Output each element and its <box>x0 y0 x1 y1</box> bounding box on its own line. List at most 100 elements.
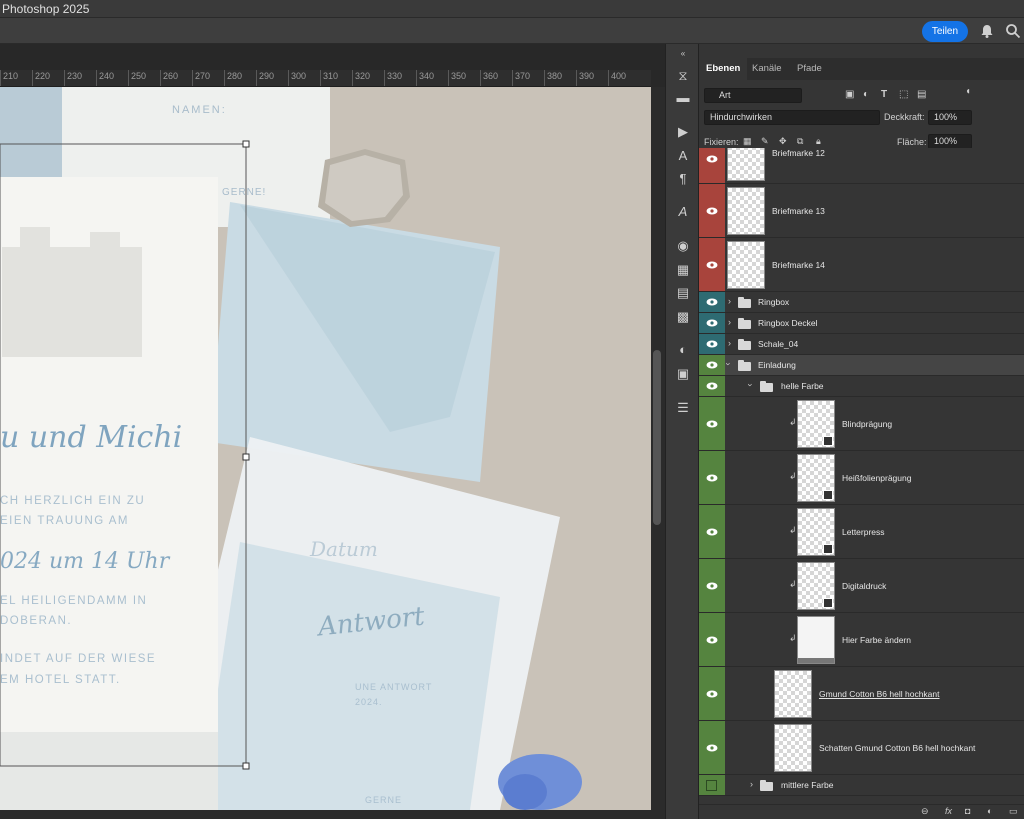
collapse-icon[interactable]: « <box>675 46 691 62</box>
visibility-cell[interactable] <box>699 334 725 354</box>
tab-paths[interactable]: Pfade <box>790 58 829 80</box>
glyphs-icon[interactable]: A <box>675 204 691 220</box>
visibility-cell[interactable] <box>699 613 725 666</box>
character-icon[interactable]: A <box>675 148 691 164</box>
visibility-cell[interactable] <box>699 148 725 183</box>
chevron-right-icon[interactable]: › <box>728 317 731 327</box>
layer-name[interactable]: Letterpress <box>842 527 885 537</box>
eye-icon[interactable] <box>706 261 718 269</box>
new-group-icon[interactable]: ▭ <box>1009 806 1018 817</box>
visibility-cell[interactable] <box>699 355 725 375</box>
adjustments-icon[interactable]: ◐ <box>675 342 691 358</box>
color-icon[interactable]: ◉ <box>675 238 691 254</box>
visibility-cell[interactable] <box>699 313 725 333</box>
layer-name[interactable]: Briefmarke 13 <box>772 206 825 216</box>
lock-brush-icon[interactable]: ✎ <box>761 136 769 147</box>
layer-group-row[interactable]: › helle Farbe <box>699 376 1024 397</box>
layer-name[interactable]: Briefmarke 12 <box>772 148 825 158</box>
layer-row[interactable]: ↲ Blindprägung <box>699 397 1024 451</box>
gradient-icon[interactable]: ▤ <box>675 285 691 301</box>
eye-icon[interactable] <box>706 382 718 390</box>
filter-kind-select[interactable]: Art <box>704 88 802 103</box>
visibility-cell[interactable] <box>699 238 725 291</box>
layer-row[interactable]: Schatten Gmund Cotton B6 hell hochkant <box>699 721 1024 775</box>
visibility-cell[interactable] <box>699 184 725 237</box>
layer-name[interactable]: Schatten Gmund Cotton B6 hell hochkant <box>819 743 975 753</box>
layer-row[interactable]: Briefmarke 12 <box>699 148 1024 184</box>
eye-icon[interactable] <box>706 528 718 536</box>
layer-name[interactable]: Ringbox Deckel <box>758 318 818 328</box>
adjustment-layer-icon[interactable]: ◐ <box>987 806 992 816</box>
layer-row[interactable]: ↲ Digitaldruck <box>699 559 1024 613</box>
blend-mode-select[interactable]: Hindurchwirken <box>704 110 880 125</box>
comment-icon[interactable]: ▬ <box>675 90 691 106</box>
lock-transparency-icon[interactable]: ▦ <box>743 136 752 147</box>
filter-type-icon[interactable]: T <box>881 89 887 100</box>
eye-icon[interactable] <box>706 690 718 698</box>
chevron-right-icon[interactable]: › <box>728 338 731 348</box>
patterns-icon[interactable]: ▩ <box>675 309 691 325</box>
filter-toggle-icon[interactable]: ◖ <box>965 86 971 97</box>
chevron-down-icon[interactable]: › <box>724 363 734 366</box>
layer-name[interactable]: helle Farbe <box>781 381 824 391</box>
properties-icon[interactable]: ☰ <box>675 400 691 416</box>
eye-icon[interactable] <box>706 155 718 163</box>
eye-icon[interactable] <box>706 340 718 348</box>
tab-channels[interactable]: Kanäle <box>745 58 789 80</box>
link-icon[interactable]: ⊖ <box>921 806 929 817</box>
layer-name[interactable]: Hier Farbe ändern <box>842 635 938 645</box>
visibility-cell[interactable] <box>699 775 725 795</box>
tab-layers[interactable]: Ebenen <box>699 58 748 80</box>
paragraph-icon[interactable]: ¶ <box>675 171 691 187</box>
layer-name[interactable]: Ringbox <box>758 297 789 307</box>
layer-row[interactable]: Gmund Cotton B6 hell hochkant <box>699 667 1024 721</box>
eye-icon[interactable] <box>706 474 718 482</box>
layer-name[interactable]: Digitaldruck <box>842 581 886 591</box>
history-icon[interactable]: ⧖ <box>675 68 691 84</box>
visibility-cell[interactable] <box>699 721 725 774</box>
chevron-right-icon[interactable]: › <box>750 779 753 789</box>
layer-row[interactable]: ↲ Letterpress <box>699 505 1024 559</box>
lock-artboard-icon[interactable]: ⧉ <box>797 136 803 147</box>
layer-row[interactable]: ↲ Hier Farbe ändern <box>699 613 1024 667</box>
visibility-cell[interactable] <box>699 505 725 558</box>
chevron-right-icon[interactable]: › <box>728 296 731 306</box>
filter-smart-object-icon[interactable]: ▤ <box>917 89 926 100</box>
horizontal-scrollbar[interactable] <box>0 810 665 819</box>
filter-adjustment-icon[interactable]: ◐ <box>863 89 869 100</box>
opacity-input[interactable]: 100% <box>928 110 972 125</box>
layer-group-row[interactable]: › Ringbox Deckel <box>699 313 1024 334</box>
filter-image-icon[interactable]: ▣ <box>845 89 854 100</box>
scrollbar-thumb[interactable] <box>653 350 661 525</box>
layer-name[interactable]: Gmund Cotton B6 hell hochkant <box>819 689 940 699</box>
layer-name[interactable]: Schale_04 <box>758 339 798 349</box>
layer-name[interactable]: Blindprägung <box>842 419 892 429</box>
visibility-cell[interactable] <box>699 451 725 504</box>
eye-icon[interactable] <box>706 636 718 644</box>
swatches-icon[interactable]: ▦ <box>675 262 691 278</box>
eye-icon[interactable] <box>706 361 718 369</box>
filter-shape-icon[interactable]: ⬚ <box>899 89 908 100</box>
layer-name[interactable]: mittlere Farbe <box>781 780 833 790</box>
eye-icon[interactable] <box>706 207 718 215</box>
image-canvas[interactable]: NAMEN: GERNE! u und Michi CH HERZLICH EI… <box>0 87 651 810</box>
eye-icon[interactable] <box>706 582 718 590</box>
eye-icon[interactable] <box>706 298 718 306</box>
eye-icon[interactable] <box>706 319 718 327</box>
search-icon[interactable] <box>1005 23 1021 39</box>
eye-icon[interactable] <box>706 420 718 428</box>
share-button[interactable]: Teilen <box>922 21 968 42</box>
libraries-icon[interactable]: ▣ <box>675 366 691 382</box>
layer-name[interactable]: Heißfolienprägung <box>842 473 911 483</box>
visibility-cell[interactable] <box>699 292 725 312</box>
layer-group-row[interactable]: › mittlere Farbe <box>699 775 1024 796</box>
visibility-cell[interactable] <box>699 376 725 396</box>
hidden-visibility-box[interactable] <box>706 780 717 791</box>
layer-row[interactable]: Briefmarke 13 <box>699 184 1024 238</box>
play-icon[interactable]: ▶ <box>675 124 691 140</box>
lock-position-icon[interactable]: ✥ <box>779 136 787 147</box>
layer-group-row[interactable]: › Ringbox <box>699 292 1024 313</box>
mask-icon[interactable]: ◘ <box>965 806 970 816</box>
fill-input[interactable]: 100% <box>928 134 972 149</box>
eye-icon[interactable] <box>706 744 718 752</box>
